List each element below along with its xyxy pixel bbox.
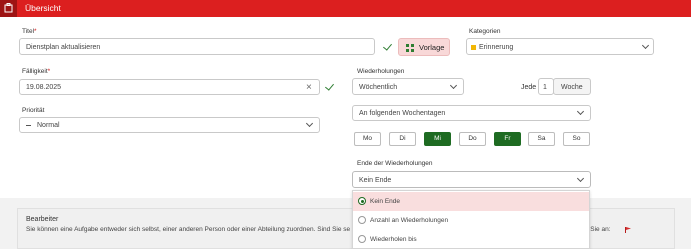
- option-repeat-count[interactable]: Anzahl an Wiederholungen: [353, 211, 589, 230]
- recurrence-value: Wöchentlich: [359, 84, 398, 91]
- weekday-do-button[interactable]: Do: [459, 132, 486, 146]
- chevron-down-icon: [305, 119, 314, 128]
- category-select[interactable]: Erinnerung: [466, 38, 654, 55]
- recurrence-label: Wiederholungen: [357, 68, 405, 75]
- weekday-so-button[interactable]: So: [563, 132, 590, 146]
- recurrence-end-dropdown: Kein Ende Anzahl an Wiederholungen Wiede…: [352, 190, 590, 249]
- chevron-down-icon: [641, 41, 650, 50]
- option-repeat-until[interactable]: Wiederholen bis: [353, 230, 589, 249]
- radio-icon: [358, 235, 366, 243]
- priority-value: Normal: [37, 122, 60, 129]
- category-value: Erinnerung: [479, 44, 514, 51]
- every-label: Jede: [521, 84, 537, 91]
- interval-unit: Woche: [553, 78, 591, 95]
- weekday-mode-value: An folgenden Wochentagen: [359, 110, 446, 117]
- recurrence-end-select[interactable]: Kein Ende: [352, 171, 591, 188]
- assignee-heading: Bearbeiter: [26, 216, 59, 223]
- title-label: Titel*: [22, 28, 37, 35]
- recurrence-select[interactable]: Wöchentlich: [352, 78, 464, 95]
- interval-value: 1: [543, 84, 547, 91]
- priority-normal-icon: [26, 125, 31, 126]
- weekday-sa-button[interactable]: Sa: [528, 132, 555, 146]
- recurrence-end-label: Ende der Wiederholungen: [357, 160, 433, 167]
- radio-selected-icon: [358, 197, 366, 205]
- template-button[interactable]: Vorlage: [398, 38, 450, 56]
- priority-select[interactable]: Normal: [19, 117, 320, 133]
- chevron-down-icon: [449, 81, 458, 90]
- grid-icon: [406, 44, 414, 52]
- page-title: Übersicht: [25, 3, 61, 13]
- weekday-mi-button[interactable]: Mi: [424, 132, 451, 146]
- title-value: Dienstplan aktualisieren: [26, 44, 101, 51]
- app-menu-icon: [4, 3, 13, 13]
- category-label: Kategorien: [469, 28, 501, 35]
- recurrence-end-value: Kein Ende: [359, 177, 392, 184]
- flag-icon[interactable]: [625, 227, 631, 233]
- interval-input[interactable]: 1: [538, 78, 554, 95]
- title-input[interactable]: Dienstplan aktualisieren: [19, 38, 375, 55]
- interval-unit-label: Woche: [561, 84, 583, 91]
- chevron-down-icon: [576, 174, 585, 183]
- top-bar: Übersicht: [0, 0, 691, 17]
- option-no-end[interactable]: Kein Ende: [353, 192, 589, 211]
- assignee-description: Sie können eine Aufgabe entweder sich se…: [26, 226, 351, 233]
- due-date-input[interactable]: 19.08.2025 ×: [19, 79, 320, 95]
- template-button-label: Vorlage: [419, 43, 445, 52]
- weekday-fr-button[interactable]: Fr: [494, 132, 521, 146]
- weekday-di-button[interactable]: Di: [389, 132, 416, 146]
- due-date-value: 19.08.2025: [26, 84, 62, 91]
- due-date-label: Fälligkeit*: [22, 68, 51, 75]
- clear-icon[interactable]: ×: [306, 83, 312, 93]
- app-menu-button[interactable]: [0, 0, 17, 17]
- priority-label: Priorität: [22, 107, 45, 114]
- weekday-mode-select[interactable]: An folgenden Wochentagen: [352, 105, 591, 121]
- radio-icon: [358, 216, 366, 224]
- category-color-swatch: [471, 45, 476, 50]
- weekday-mo-button[interactable]: Mo: [354, 132, 381, 146]
- chevron-down-icon: [576, 107, 585, 116]
